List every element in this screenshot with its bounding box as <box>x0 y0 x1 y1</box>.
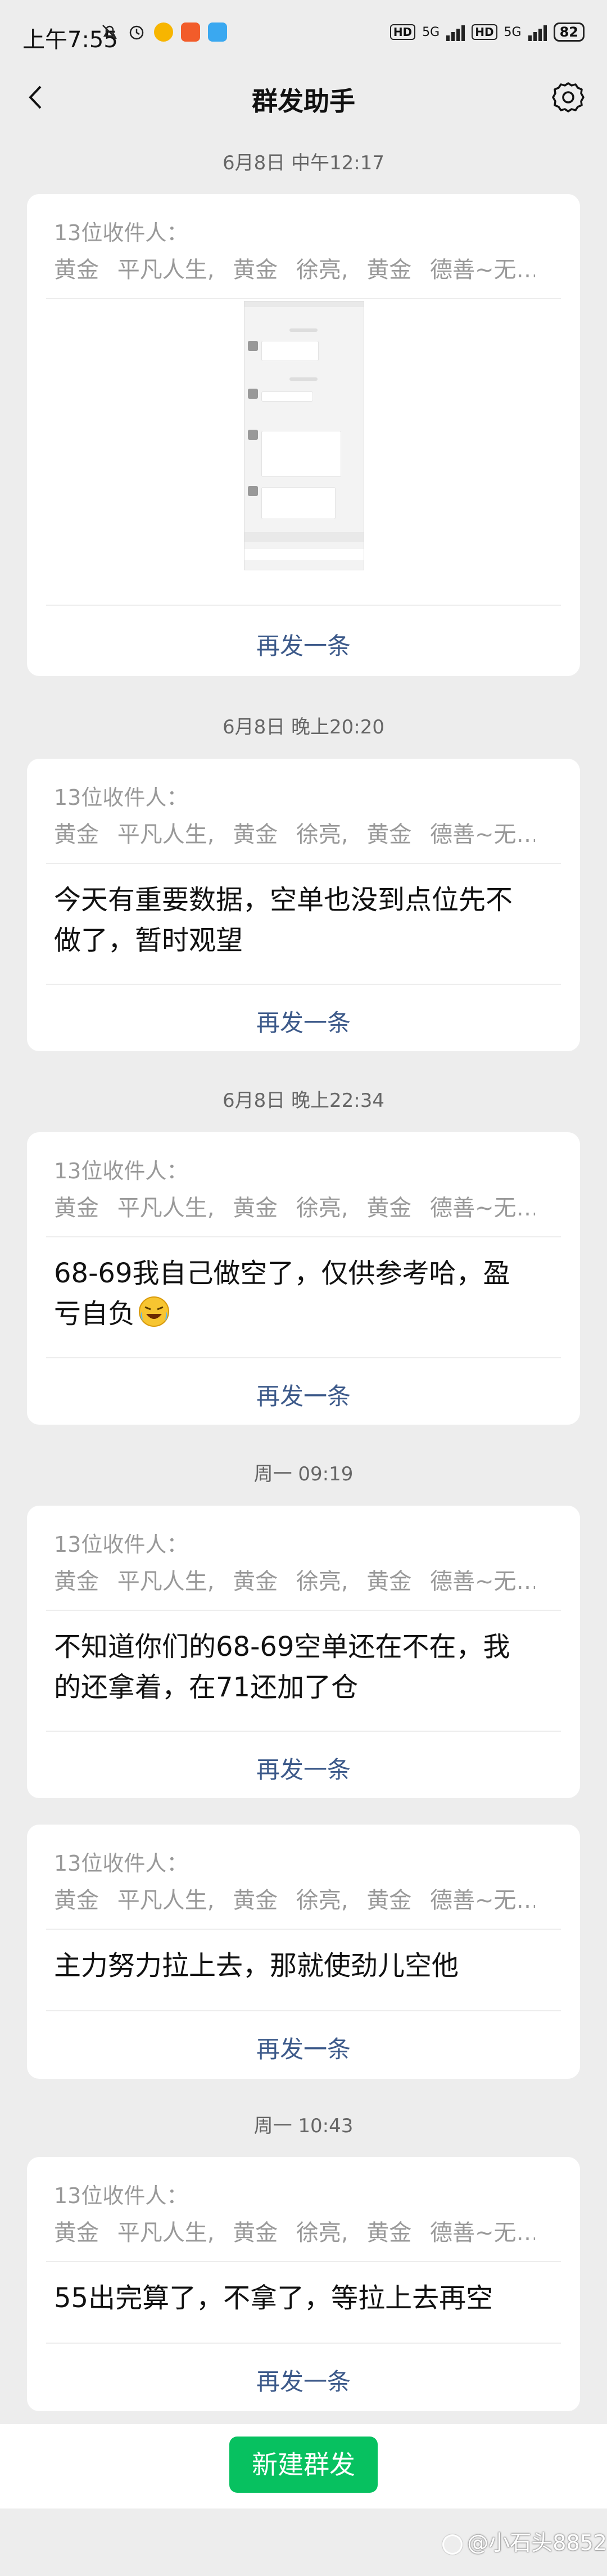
message-text: 68-69我自己做空了，仅供参考哈，盈 亏自负 <box>54 1253 553 1334</box>
recipients-list[interactable]: 黄金 平凡人生, 黄金 徐亮, 黄金 德善~无… <box>54 1882 535 1915</box>
resend-button[interactable]: 再发一条 <box>27 1004 580 1038</box>
thumb-bubble <box>261 391 313 402</box>
divider <box>46 2343 561 2344</box>
message-timestamp: 6月8日 中午12:17 <box>222 152 385 174</box>
network-label: 5G <box>504 25 522 39</box>
message-timestamp: 6月8日 晚上22:34 <box>222 1089 385 1112</box>
thumb-toolbar <box>244 532 364 542</box>
app-icon <box>208 22 227 42</box>
hd-icon: HD <box>389 24 416 40</box>
alarm-icon <box>129 25 144 40</box>
battery-icon: 82 <box>553 22 585 42</box>
message-text-line: 68-69我自己做空了，仅供参考哈，盈 <box>54 1258 510 1289</box>
message-text: 不知道你们的68-69空单还在不在，我 的还拿着，在71还加了仓 <box>54 1627 553 1708</box>
nav-bar: 群发助手 <box>0 67 607 127</box>
watermark: @小石头8852 <box>442 2525 607 2556</box>
divider <box>46 1610 561 1611</box>
thumb-avatar <box>248 486 258 496</box>
watermark-text: @小石头8852 <box>467 2530 607 2555</box>
divider <box>46 1731 561 1732</box>
signal-icon <box>446 23 465 41</box>
recipients-list[interactable]: 黄金 平凡人生, 黄金 徐亮, 黄金 德善~无… <box>54 2214 535 2247</box>
message-text-line: 不知道你们的68-69空单还在不在，我 <box>54 1631 510 1663</box>
message-text-line: 主力努力拉上去，那就使劲儿空他 <box>54 1950 459 1981</box>
recipients-label: 13位收件人： <box>54 2183 188 2208</box>
recipients-label: 13位收件人： <box>54 785 188 810</box>
message-card: 13位收件人： 黄金 平凡人生, 黄金 徐亮, 黄金 德善~无… 再发一条 <box>27 194 580 676</box>
message-text-line: 亏自负 <box>54 1298 135 1330</box>
resend-button[interactable]: 再发一条 <box>27 1751 580 1785</box>
divider <box>46 984 561 985</box>
thumb-status-bar <box>244 301 364 307</box>
thumb-input-bar <box>244 549 364 560</box>
message-text-line: 今天有重要数据，空单也没到点位先不 <box>54 884 513 916</box>
status-bar: 上午7:55 HD 5G HD 5G 82 <box>0 0 607 67</box>
message-card: 13位收件人： 黄金 平凡人生, 黄金 徐亮, 黄金 德善~无… 今天有重要数据… <box>27 759 580 1051</box>
message-text: 今天有重要数据，空单也没到点位先不 做了，暂时观望 <box>54 880 553 961</box>
resend-button[interactable]: 再发一条 <box>27 1377 580 1412</box>
divider <box>46 863 561 864</box>
network-label: 5G <box>422 25 440 39</box>
mute-icon <box>102 25 117 39</box>
hd-icon: HD <box>472 24 497 40</box>
recipients-label: 13位收件人： <box>54 1532 188 1557</box>
resend-button[interactable]: 再发一条 <box>27 627 580 661</box>
thumb-bubble <box>261 341 319 361</box>
watermark-logo-icon <box>442 2534 463 2555</box>
resend-button[interactable]: 再发一条 <box>27 2030 580 2065</box>
notification-icons <box>100 22 227 42</box>
status-right: HD 5G HD 5G 82 <box>389 22 585 42</box>
recipients-label: 13位收件人： <box>54 1851 188 1876</box>
laughing-tears-emoji-icon <box>139 1296 170 1327</box>
page-title: 群发助手 <box>252 86 355 116</box>
divider <box>46 605 561 606</box>
message-text-line: 做了，暂时观望 <box>54 925 243 956</box>
recipients-list[interactable]: 黄金 平凡人生, 黄金 徐亮, 黄金 德善~无… <box>54 1190 535 1222</box>
message-timestamp: 周一 09:19 <box>253 1463 354 1485</box>
recipients-list[interactable]: 黄金 平凡人生, 黄金 徐亮, 黄金 德善~无… <box>54 1563 535 1596</box>
message-card: 13位收件人： 黄金 平凡人生, 黄金 徐亮, 黄金 德善~无… 68-69我自… <box>27 1132 580 1425</box>
message-text-line: 55出完算了，不拿了，等拉上去再空 <box>54 2282 493 2314</box>
message-card: 13位收件人： 黄金 平凡人生, 黄金 徐亮, 黄金 德善~无… 主力努力拉上去… <box>27 1825 580 2079</box>
thumb-timestamp <box>289 377 318 381</box>
message-text: 主力努力拉上去，那就使劲儿空他 <box>54 1945 553 1986</box>
thumb-timestamp <box>289 328 318 332</box>
divider <box>46 1357 561 1358</box>
bottom-bar: 新建群发 <box>0 2424 607 2509</box>
divider <box>46 298 561 299</box>
divider <box>46 2010 561 2011</box>
divider <box>46 1929 561 1930</box>
new-broadcast-button[interactable]: 新建群发 <box>229 2437 378 2493</box>
thumb-avatar <box>248 389 258 399</box>
thumb-avatar <box>248 430 258 440</box>
recipients-list[interactable]: 黄金 平凡人生, 黄金 徐亮, 黄金 德善~无… <box>54 816 535 849</box>
message-text-line: 的还拿着，在71还加了仓 <box>54 1672 359 1703</box>
message-text: 55出完算了，不拿了，等拉上去再空 <box>54 2278 553 2318</box>
resend-button[interactable]: 再发一条 <box>27 2363 580 2397</box>
thumb-bubble <box>261 487 336 519</box>
message-card: 13位收件人： 黄金 平凡人生, 黄金 徐亮, 黄金 德善~无… 55出完算了，… <box>27 2157 580 2411</box>
message-card: 13位收件人： 黄金 平凡人生, 黄金 徐亮, 黄金 德善~无… 不知道你们的6… <box>27 1506 580 1798</box>
gear-icon[interactable] <box>551 80 586 115</box>
thumb-avatar <box>248 341 258 351</box>
message-timestamp: 周一 10:43 <box>253 2115 354 2137</box>
recipients-label: 13位收件人： <box>54 1159 188 1183</box>
message-timestamp: 6月8日 晚上20:20 <box>222 716 385 738</box>
signal-icon <box>528 23 547 41</box>
app-icon <box>181 22 200 42</box>
thumb-bubble <box>261 431 341 477</box>
divider <box>46 2261 561 2262</box>
recipients-label: 13位收件人： <box>54 220 188 245</box>
divider <box>46 1236 561 1237</box>
message-image-thumbnail[interactable] <box>244 301 364 570</box>
recipients-list[interactable]: 黄金 平凡人生, 黄金 徐亮, 黄金 德善~无… <box>54 251 535 284</box>
message-text-line-wrap: 亏自负 <box>54 1294 553 1334</box>
weibo-icon <box>154 22 173 42</box>
